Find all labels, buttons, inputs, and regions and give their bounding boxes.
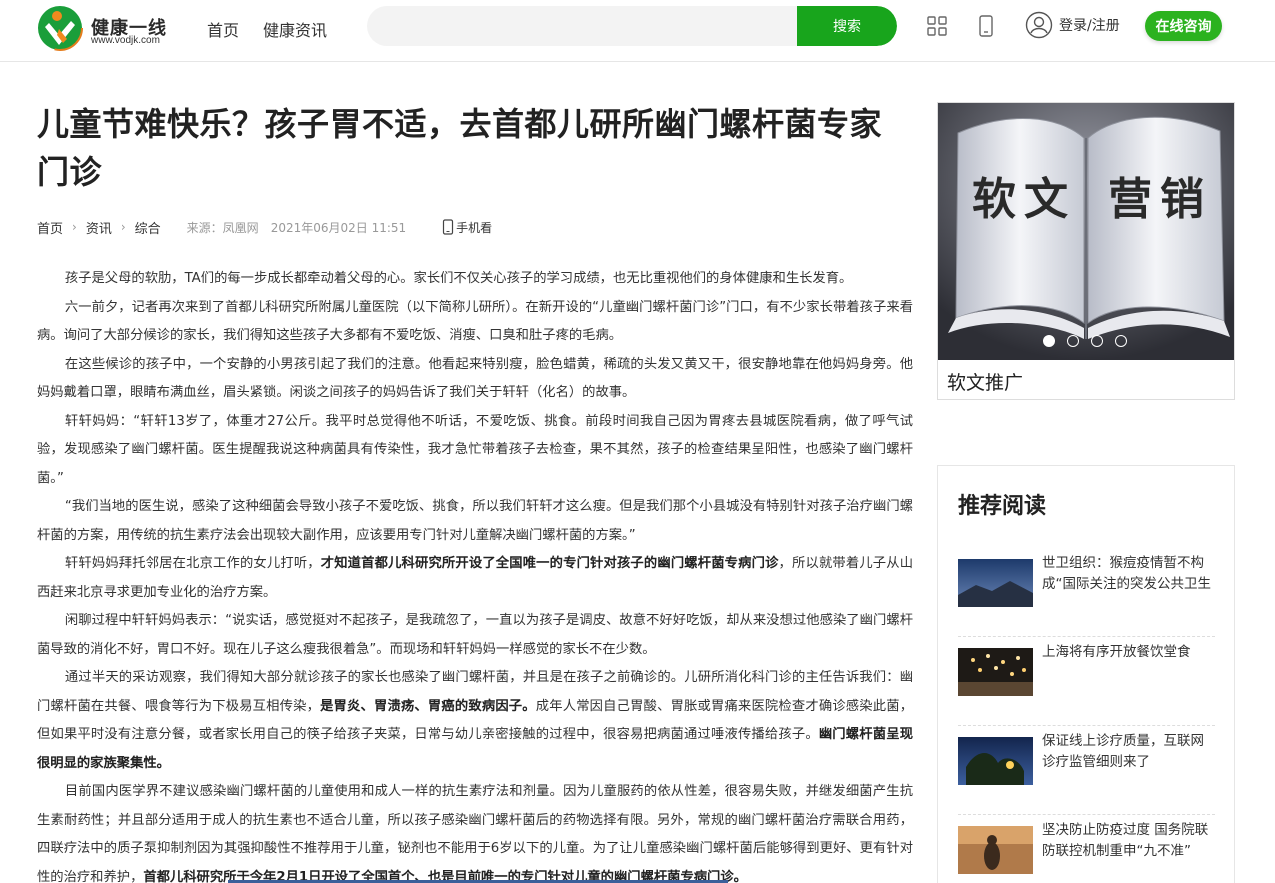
rec-item[interactable]: 保证线上诊疗质量，互联网诊疗监管细则来了	[958, 733, 1215, 815]
mobile-view-link[interactable]: 手机看	[442, 219, 492, 236]
article-body: 孩子是父母的软肋，TA们的每一步成长都牵动着父母的心。家长们不仅关心孩子的学习成…	[37, 265, 913, 883]
banner-word-right: 营销	[1108, 174, 1212, 225]
breadcrumb-news[interactable]: 资讯	[86, 218, 112, 237]
carousel-dot[interactable]	[1067, 335, 1079, 347]
search-button[interactable]: 搜索	[797, 6, 897, 46]
online-consult-button[interactable]: 在线咨询	[1145, 11, 1222, 41]
breadcrumb-chevron-icon: ›	[72, 220, 77, 234]
article-paragraph: 目前国内医学界不建议感染幽门螺杆菌的儿童使用和成人一样的抗生素疗法和剂量。因为儿…	[37, 784, 913, 883]
article-date: 2021年06月02日 11:51	[270, 220, 407, 235]
carousel-dots	[1043, 335, 1127, 347]
banner-word-left: 软文	[972, 174, 1076, 225]
article-meta: 首页 › 资讯 › 综合 来源：凤凰网 2021年06月02日 11:51 手机…	[37, 216, 913, 238]
open-book-image	[938, 103, 1234, 360]
article-paragraph: 在这些候诊的孩子中，一个安静的小男孩引起了我们的注意。他看起来特别瘦，脸色蜡黄，…	[37, 356, 913, 401]
article-paragraph: 六一前夕，记者再次来到了首都儿科研究所附属儿童医院（以下简称儿研所）。在新开设的…	[37, 299, 913, 344]
article-paragraph: 轩轩妈妈拜托邻居在北京工作的女儿打听，才知道首都儿科研究所开设了全国唯一的专门针…	[37, 556, 914, 600]
article: 儿童节难快乐？孩子胃不适，去首都儿研所幽门螺杆菌专家门诊 首页 › 资讯 › 综…	[37, 100, 913, 883]
article-paragraph: 闲聊过程中轩轩妈妈表示：“说实话，感觉挺对不起孩子，是我疏忽了，一直以为孩子是调…	[37, 613, 913, 657]
recommended-reading: 推荐阅读 世卫组织：猴痘疫情暂不构成“国际关注的突发公共卫生事件” 上海将有序开…	[937, 465, 1235, 883]
breadcrumb-chevron-icon: ›	[120, 220, 126, 234]
user-avatar-icon	[1025, 11, 1053, 39]
rec-item-title: 保证线上诊疗质量，互联网诊疗监管细则来了	[1042, 733, 1204, 770]
main-nav: 首页 健康资讯	[207, 17, 327, 41]
nav-home[interactable]: 首页	[207, 17, 239, 41]
carousel-dot[interactable]	[1115, 335, 1127, 347]
article-source: 来源：凤凰网	[186, 220, 259, 235]
mobile-phone-icon	[443, 219, 454, 235]
rec-item[interactable]: 上海将有序开放餐饮堂食	[958, 644, 1215, 726]
rec-thumbnail	[958, 826, 1033, 874]
rec-item-title: 上海将有序开放餐饮堂食	[1042, 644, 1191, 660]
rec-item[interactable]: 世卫组织：猴痘疫情暂不构成“国际关注的突发公共卫生事件”	[958, 555, 1215, 637]
carousel-dot[interactable]	[1043, 335, 1055, 347]
site-logo[interactable]: 健康一线 www.vodjk.com	[37, 5, 177, 51]
carousel-dot[interactable]	[1091, 335, 1103, 347]
banner-caption[interactable]: 软文推广	[947, 368, 1023, 395]
grid-apps-icon[interactable]	[926, 15, 948, 37]
article-paragraph: 通过半天的采访观察，我们得知大部分就诊孩子的家长也感染了幽门螺杆菌，并且是在孩子…	[37, 670, 914, 771]
bold-emphasis: 才知道首都儿科研究所开设了全国唯一的专门针对孩子的幽门螺杆菌专病门诊	[320, 556, 779, 571]
rec-thumbnail	[958, 737, 1033, 785]
mobile-view-label: 手机看	[456, 220, 493, 235]
article-paragraph: “我们当地的医生说，感染了这种细菌会导致小孩子不爱吃饭、挑食，所以我们轩轩才这么…	[37, 499, 913, 543]
login-register-link[interactable]: 登录/注册	[1025, 11, 1120, 39]
rec-thumbnail	[958, 648, 1033, 696]
ad-banner-carousel[interactable]: 软文 营销 软文推广	[937, 102, 1235, 400]
mobile-phone-icon[interactable]	[975, 15, 997, 37]
breadcrumb-home[interactable]: 首页	[37, 218, 63, 237]
logo-mark-icon	[37, 5, 83, 51]
breadcrumb-general[interactable]: 综合	[135, 218, 161, 237]
rec-item-title: 世卫组织：猴痘疫情暂不构成“国际关注的突发公共卫生事件”	[1042, 555, 1211, 592]
rec-item-title: 坚决防止防疫过度 国务院联防联控机制重申“九不准”	[1042, 822, 1209, 859]
logo-url: www.vodjk.com	[91, 35, 160, 46]
rec-thumbnail	[958, 559, 1033, 607]
recommended-title: 推荐阅读	[958, 494, 1047, 519]
article-title: 儿童节难快乐？孩子胃不适，去首都儿研所幽门螺杆菌专家门诊	[37, 105, 883, 191]
search-bar: 搜索	[367, 6, 897, 46]
bold-emphasis: 是胃炎、胃溃疡、胃癌的致病因子。	[320, 698, 536, 714]
banner-image: 软文 营销	[938, 103, 1234, 360]
login-register-label: 登录/注册	[1059, 18, 1120, 34]
article-paragraph: 轩轩妈妈：“轩轩13岁了，体重才27公斤。我平时总觉得他不听话，不爱吃饭、挑食。…	[37, 413, 913, 486]
nav-health-news[interactable]: 健康资讯	[263, 17, 327, 41]
site-header: 健康一线 www.vodjk.com 首页 健康资讯 搜索 登录/注册 在线咨询	[0, 0, 1275, 62]
article-paragraph: 孩子是父母的软肋，TA们的每一步成长都牵动着父母的心。家长们不仅关心孩子的学习成…	[64, 271, 853, 286]
search-input[interactable]	[367, 6, 797, 46]
rec-item[interactable]: 坚决防止防疫过度 国务院联防联控机制重申“九不准”	[958, 822, 1215, 883]
